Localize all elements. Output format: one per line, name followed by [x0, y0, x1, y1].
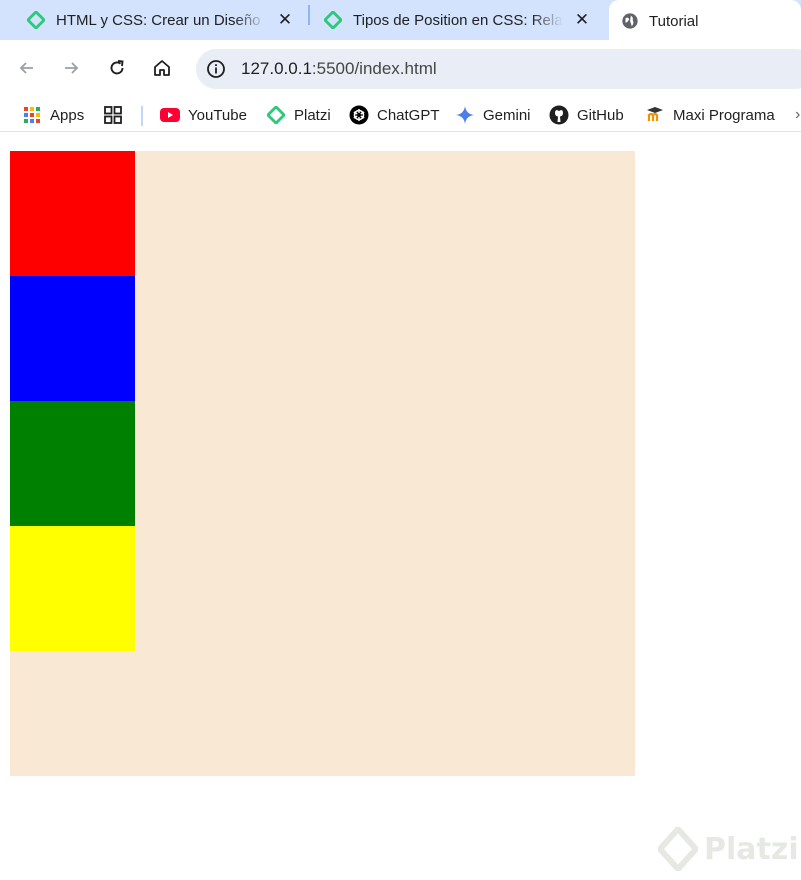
bookmark-label: Apps [50, 106, 85, 124]
tab-tutorial[interactable]: Tutorial [609, 0, 801, 42]
position-container [10, 151, 635, 776]
tab-strip: HTML y CSS: Crear un Diseño Responsive ✕… [0, 0, 801, 42]
platzi-icon [266, 105, 286, 125]
bookmarks-overflow-button[interactable]: › [795, 104, 800, 126]
tab-title: Tutorial [649, 12, 699, 30]
forward-button[interactable] [55, 52, 87, 84]
bookmark-github[interactable]: GitHub [549, 104, 624, 126]
bookmark-apps[interactable]: Apps [22, 104, 84, 126]
youtube-icon [160, 105, 180, 125]
watermark-text: Platzi [704, 831, 799, 867]
url-host: 127.0.0.1 [241, 59, 312, 78]
arrow-right-icon [65, 62, 79, 74]
apps-grid-icon [22, 105, 42, 125]
browser-toolbar: 127.0.0.1:5500/index.html [0, 40, 801, 98]
reload-button[interactable] [101, 52, 133, 84]
close-tab-icon[interactable]: ✕ [572, 10, 592, 30]
bookmark-label: YouTube [188, 106, 247, 124]
github-icon [549, 105, 569, 125]
tab-html-css[interactable]: HTML y CSS: Crear un Diseño Responsive ✕ [0, 0, 305, 40]
tab-title: HTML y CSS: Crear un Diseño Responsive [56, 11, 266, 29]
bookmark-label: Platzi [294, 106, 331, 124]
green-box [10, 401, 135, 526]
home-button[interactable] [146, 52, 178, 84]
address-bar[interactable]: 127.0.0.1:5500/index.html [196, 49, 801, 89]
bookmark-label: ChatGPT [377, 106, 440, 124]
platzi-logo-icon [658, 827, 698, 871]
globe-icon [621, 11, 639, 31]
bookmark-chatgpt[interactable]: ChatGPT [349, 104, 440, 126]
tab-groups-button[interactable] [103, 104, 131, 126]
site-info-icon[interactable] [206, 59, 226, 79]
bookmark-label: Gemini [483, 106, 531, 124]
tab-separator [308, 5, 310, 25]
page-viewport [0, 141, 801, 880]
platzi-icon [26, 10, 46, 30]
maxi-icon [645, 105, 665, 125]
blue-box [10, 276, 135, 401]
platzi-icon [323, 10, 343, 30]
back-button[interactable] [11, 52, 43, 84]
red-box [10, 151, 135, 276]
url-text: 127.0.0.1:5500/index.html [241, 59, 437, 79]
bookmarks-bar: Apps YouTube Platzi ChatGPT Gemini GitHu… [0, 98, 801, 132]
chatgpt-icon [349, 105, 369, 125]
tab-title: Tipos de Position en CSS: Relative, Abso… [353, 11, 563, 29]
arrow-left-icon [19, 62, 33, 74]
platzi-watermark: Platzi [658, 827, 799, 871]
bookmark-platzi[interactable]: Platzi [266, 104, 331, 126]
reload-icon [110, 60, 124, 75]
bookmark-label: GitHub [577, 106, 624, 124]
bookmark-youtube[interactable]: YouTube [160, 104, 247, 126]
bookmarks-separator [141, 106, 143, 126]
close-tab-icon[interactable]: ✕ [275, 10, 295, 30]
bookmark-gemini[interactable]: Gemini [455, 104, 531, 126]
tab-position-css[interactable]: Tipos de Position en CSS: Relative, Abso… [313, 0, 607, 40]
tab-groups-icon [103, 105, 123, 125]
gemini-icon [455, 105, 475, 125]
bookmark-maxi-programa[interactable]: Maxi Programa [645, 104, 775, 126]
yellow-box [10, 526, 135, 651]
home-icon [154, 60, 170, 76]
bookmark-label: Maxi Programa [673, 106, 775, 124]
url-path: :5500/index.html [311, 59, 437, 78]
